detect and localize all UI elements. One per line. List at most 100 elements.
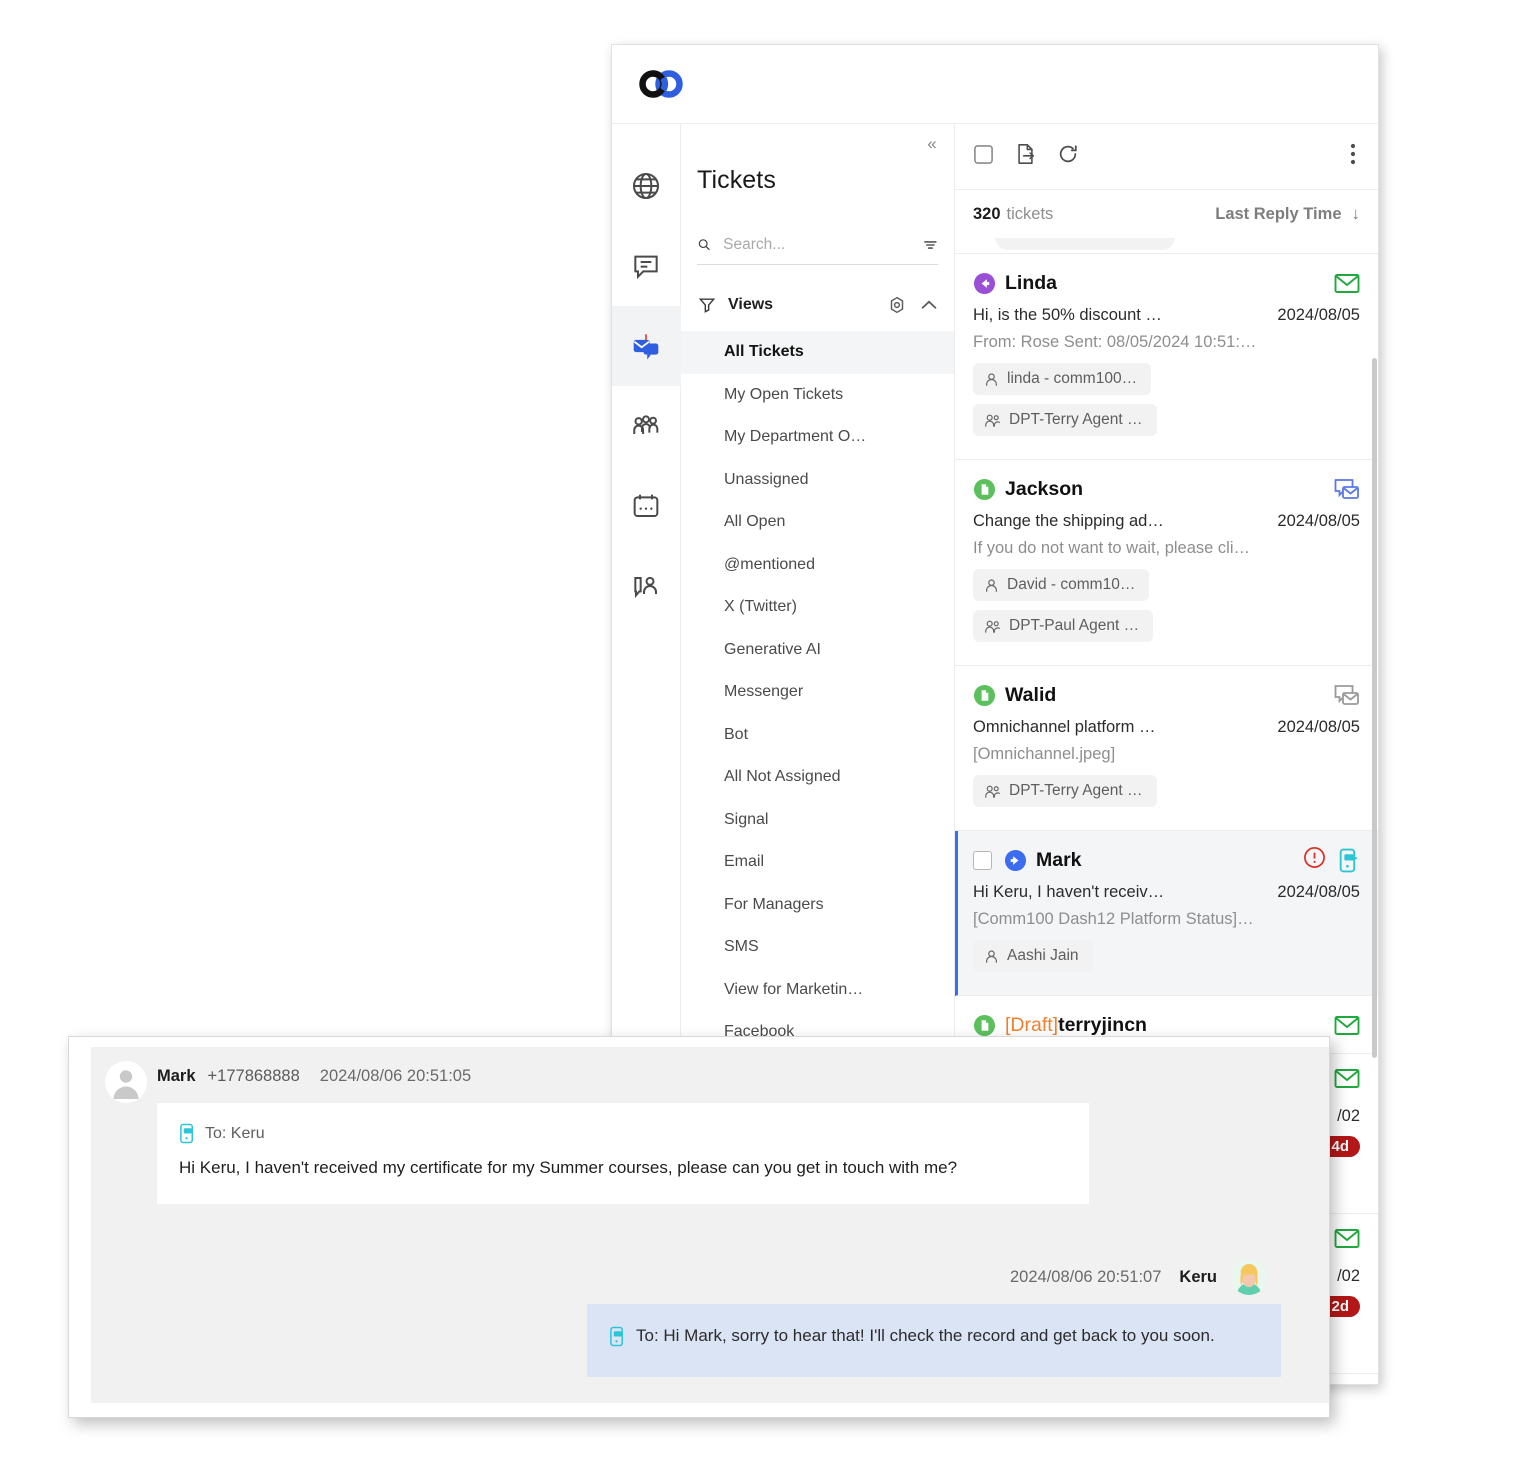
view-item-view-for-marketin[interactable]: View for Marketin… <box>681 969 954 1012</box>
ticket-chip[interactable]: DPT-Terry Agent … <box>973 775 1157 807</box>
ticket-status-badge <box>973 478 996 501</box>
sort-field-label[interactable]: Last Reply Time <box>1215 205 1341 224</box>
email-envelope-icon[interactable] <box>1334 1068 1360 1089</box>
calendar-icon <box>633 494 659 517</box>
sms-phone-icon <box>610 1326 623 1347</box>
search-input[interactable] <box>711 235 924 254</box>
view-item-messenger[interactable]: Messenger <box>681 671 954 714</box>
comm100-logo-icon[interactable] <box>639 69 685 99</box>
ticket-row[interactable]: Jackson Change the shipping ad… 2024/08/… <box>955 460 1378 666</box>
view-item-x-twitter[interactable]: X (Twitter) <box>681 586 954 629</box>
ticket-chip[interactable]: DPT-Terry Agent … <box>973 404 1157 436</box>
sms-phone-icon[interactable] <box>1338 848 1360 873</box>
draft-prefix: [Draft] <box>1005 1013 1059 1036</box>
document-status-icon <box>973 684 996 706</box>
people-icon <box>985 620 1001 633</box>
ticket-preview: From: Rose Sent: 08/05/2024 10:51:… <box>973 333 1257 351</box>
view-item-generative-ai[interactable]: Generative AI <box>681 629 954 672</box>
message-mail-icon[interactable] <box>1334 684 1360 707</box>
ticket-row[interactable]: Walid Omnichannel platform … 2024/08/05 [… <box>955 666 1378 831</box>
document-status-icon <box>973 478 996 500</box>
more-vertical-icon[interactable] <box>1350 142 1356 171</box>
sidebar-item-tickets[interactable] <box>612 306 681 386</box>
chevron-up-icon[interactable] <box>918 294 940 316</box>
ticket-requester-name: Linda <box>1005 271 1057 294</box>
screenshot-root: « Tickets Views <box>0 0 1539 1483</box>
ticket-date: 2024/08/05 <box>1277 306 1360 324</box>
view-item-label: Unassigned <box>724 470 809 488</box>
ticket-checkbox[interactable] <box>973 850 992 870</box>
view-item-label: Generative AI <box>724 640 821 658</box>
ticket-chip-label: linda - comm100… <box>1007 370 1138 387</box>
ticket-chips: Aashi Jain <box>973 940 1360 981</box>
sender-name: Keru <box>1179 1267 1217 1286</box>
views-label: Views <box>728 296 774 313</box>
sort-direction-icon[interactable]: ↓ <box>1352 204 1361 224</box>
view-item-my-department-o[interactable]: My Department O… <box>681 416 954 459</box>
view-item-for-managers[interactable]: For Managers <box>681 884 954 927</box>
view-item-label: SMS <box>724 938 759 956</box>
message-timestamp: 2024/08/06 20:51:07 <box>1010 1267 1162 1286</box>
ticket-date: 2024/08/05 <box>1277 512 1360 530</box>
ticket-date: /02 <box>1337 1107 1360 1125</box>
ticket-requester-name: [Draft]terryjincn <box>1005 1013 1147 1036</box>
view-item-all-not-assigned[interactable]: All Not Assigned <box>681 756 954 799</box>
ticket-chip[interactable]: DPT-Paul Agent … <box>973 610 1154 642</box>
chat-bubble-icon <box>634 255 658 280</box>
view-item-signal[interactable]: Signal <box>681 799 954 842</box>
person-icon <box>986 578 997 592</box>
ticket-chip[interactable]: linda - comm100… <box>973 363 1152 395</box>
search-icon <box>698 239 710 251</box>
agent-chat-icon <box>634 576 657 599</box>
email-envelope-icon[interactable] <box>1334 1228 1360 1249</box>
message-recipient: To: Keru <box>179 1123 1067 1144</box>
email-envelope-icon[interactable] <box>1334 273 1360 294</box>
message-text: Hi Keru, I haven't received my certifica… <box>179 1158 958 1177</box>
conversation-window: Mark +177868888 2024/08/06 20:51:05 To: … <box>68 1036 1330 1418</box>
reply-arrow-right-icon <box>1004 849 1027 871</box>
ticket-preview: If you do not want to wait, please cli… <box>973 539 1250 557</box>
list-scrollbar[interactable] <box>1372 358 1377 1058</box>
view-item-mentioned[interactable]: @mentioned <box>681 544 954 587</box>
incoming-message-meta: Mark +177868888 2024/08/06 20:51:05 <box>91 1061 1329 1091</box>
ticket-chip[interactable]: Aashi Jain <box>973 940 1093 972</box>
ticket-row-icons <box>1334 684 1360 707</box>
ticket-count-label: tickets <box>1006 204 1054 223</box>
view-item-all-open[interactable]: All Open <box>681 501 954 544</box>
view-item-my-open-tickets[interactable]: My Open Tickets <box>681 374 954 417</box>
ticket-row-icons <box>1334 273 1360 294</box>
export-icon[interactable] <box>1015 143 1036 170</box>
sidebar-item-globe[interactable] <box>612 146 681 226</box>
alert-circle-icon[interactable] <box>1303 846 1326 874</box>
message-mail-icon[interactable] <box>1334 478 1360 501</box>
view-item-label: All Tickets <box>724 343 804 361</box>
sidebar-item-livechat[interactable] <box>612 226 681 306</box>
filter-lines-icon[interactable] <box>923 236 938 254</box>
view-item-unassigned[interactable]: Unassigned <box>681 459 954 502</box>
sidebar-item-agent-console[interactable] <box>612 546 681 626</box>
ticket-requester-name: Mark <box>1036 848 1082 871</box>
view-item-label: My Department O… <box>724 428 867 446</box>
ticket-row[interactable]: Mark Hi Keru, I haven't receiv… 2024/08/… <box>955 831 1378 996</box>
collapse-panel-button[interactable]: « <box>920 132 944 156</box>
view-item-email[interactable]: Email <box>681 841 954 884</box>
refresh-icon[interactable] <box>1057 143 1079 170</box>
settings-hexagon-icon[interactable] <box>886 294 908 316</box>
email-envelope-icon[interactable] <box>1334 1015 1360 1036</box>
views-section-header: Views <box>697 279 940 331</box>
globe-icon <box>633 173 659 199</box>
sidebar-item-contacts[interactable] <box>612 386 681 466</box>
view-item-bot[interactable]: Bot <box>681 714 954 757</box>
ticket-row[interactable]: Linda Hi, is the 50% discount … 2024/08/… <box>955 254 1378 460</box>
view-item-label: Bot <box>724 725 749 743</box>
ticket-status-badge <box>973 272 996 295</box>
outgoing-message-meta: 2024/08/06 20:51:07 Keru <box>91 1259 1329 1295</box>
select-all-checkbox[interactable] <box>973 144 994 170</box>
ticket-preview: [Comm100 Dash12 Platform Status]… <box>973 910 1254 928</box>
view-item-label: Signal <box>724 810 769 828</box>
ticket-chip[interactable]: David - comm10… <box>973 569 1150 601</box>
sidebar-item-calendar[interactable] <box>612 466 681 546</box>
view-item-sms[interactable]: SMS <box>681 926 954 969</box>
view-item-label: All Not Assigned <box>724 768 841 786</box>
view-item-all-tickets[interactable]: All Tickets <box>681 331 954 374</box>
